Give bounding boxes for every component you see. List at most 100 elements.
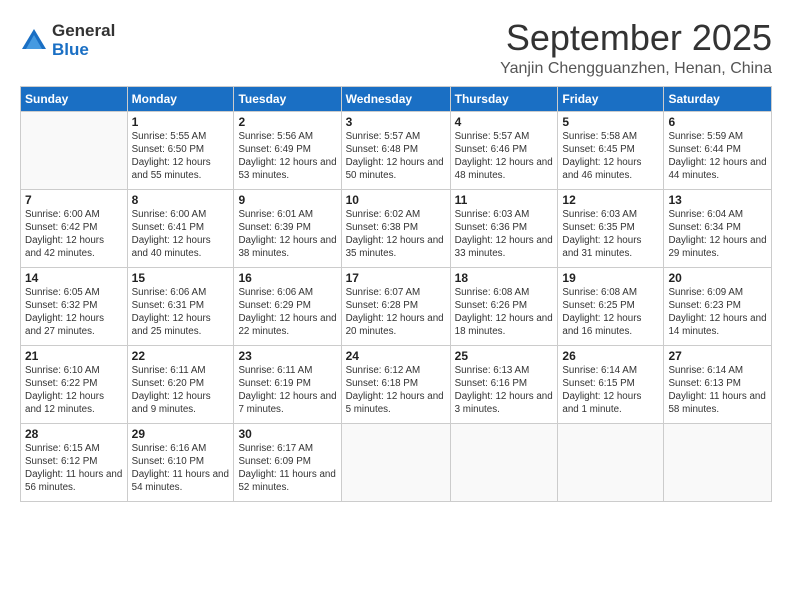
day-number: 10	[346, 193, 446, 207]
calendar-cell: 1Sunrise: 5:55 AMSunset: 6:50 PMDaylight…	[127, 111, 234, 189]
day-number: 24	[346, 349, 446, 363]
calendar-cell: 26Sunrise: 6:14 AMSunset: 6:15 PMDayligh…	[558, 345, 664, 423]
header: General Blue September 2025 Yanjin Cheng…	[20, 18, 772, 78]
day-number: 3	[346, 115, 446, 129]
col-thursday: Thursday	[450, 86, 558, 111]
day-number: 20	[668, 271, 767, 285]
day-info: Sunrise: 5:58 AMSunset: 6:45 PMDaylight:…	[562, 130, 659, 183]
location-title: Yanjin Chengguanzhen, Henan, China	[500, 60, 772, 78]
calendar-week-1: 1Sunrise: 5:55 AMSunset: 6:50 PMDaylight…	[21, 111, 772, 189]
calendar-week-5: 28Sunrise: 6:15 AMSunset: 6:12 PMDayligh…	[21, 423, 772, 501]
day-number: 25	[455, 349, 554, 363]
day-info: Sunrise: 6:09 AMSunset: 6:23 PMDaylight:…	[668, 286, 767, 339]
day-number: 23	[238, 349, 336, 363]
day-number: 11	[455, 193, 554, 207]
logo-icon	[20, 27, 48, 55]
day-info: Sunrise: 6:05 AMSunset: 6:32 PMDaylight:…	[25, 286, 123, 339]
day-info: Sunrise: 6:02 AMSunset: 6:38 PMDaylight:…	[346, 208, 446, 261]
calendar-cell: 10Sunrise: 6:02 AMSunset: 6:38 PMDayligh…	[341, 189, 450, 267]
day-number: 28	[25, 427, 123, 441]
day-number: 7	[25, 193, 123, 207]
col-monday: Monday	[127, 86, 234, 111]
day-number: 14	[25, 271, 123, 285]
day-number: 2	[238, 115, 336, 129]
day-info: Sunrise: 6:08 AMSunset: 6:26 PMDaylight:…	[455, 286, 554, 339]
day-number: 27	[668, 349, 767, 363]
day-info: Sunrise: 6:15 AMSunset: 6:12 PMDaylight:…	[25, 442, 123, 495]
day-number: 16	[238, 271, 336, 285]
calendar-cell: 30Sunrise: 6:17 AMSunset: 6:09 PMDayligh…	[234, 423, 341, 501]
day-info: Sunrise: 6:16 AMSunset: 6:10 PMDaylight:…	[132, 442, 230, 495]
day-number: 30	[238, 427, 336, 441]
day-info: Sunrise: 5:57 AMSunset: 6:48 PMDaylight:…	[346, 130, 446, 183]
day-number: 13	[668, 193, 767, 207]
calendar-cell: 20Sunrise: 6:09 AMSunset: 6:23 PMDayligh…	[664, 267, 772, 345]
day-info: Sunrise: 6:06 AMSunset: 6:29 PMDaylight:…	[238, 286, 336, 339]
calendar-cell: 28Sunrise: 6:15 AMSunset: 6:12 PMDayligh…	[21, 423, 128, 501]
logo-general: General	[52, 22, 115, 41]
calendar-cell: 5Sunrise: 5:58 AMSunset: 6:45 PMDaylight…	[558, 111, 664, 189]
calendar-cell: 8Sunrise: 6:00 AMSunset: 6:41 PMDaylight…	[127, 189, 234, 267]
calendar-cell: 11Sunrise: 6:03 AMSunset: 6:36 PMDayligh…	[450, 189, 558, 267]
calendar-cell: 15Sunrise: 6:06 AMSunset: 6:31 PMDayligh…	[127, 267, 234, 345]
month-title: September 2025	[500, 18, 772, 58]
calendar-cell: 22Sunrise: 6:11 AMSunset: 6:20 PMDayligh…	[127, 345, 234, 423]
calendar-cell	[450, 423, 558, 501]
day-info: Sunrise: 6:10 AMSunset: 6:22 PMDaylight:…	[25, 364, 123, 417]
calendar-week-2: 7Sunrise: 6:00 AMSunset: 6:42 PMDaylight…	[21, 189, 772, 267]
calendar-cell: 9Sunrise: 6:01 AMSunset: 6:39 PMDaylight…	[234, 189, 341, 267]
day-info: Sunrise: 6:11 AMSunset: 6:20 PMDaylight:…	[132, 364, 230, 417]
day-number: 4	[455, 115, 554, 129]
day-info: Sunrise: 5:57 AMSunset: 6:46 PMDaylight:…	[455, 130, 554, 183]
col-friday: Friday	[558, 86, 664, 111]
day-info: Sunrise: 5:55 AMSunset: 6:50 PMDaylight:…	[132, 130, 230, 183]
title-block: September 2025 Yanjin Chengguanzhen, Hen…	[500, 18, 772, 78]
calendar-cell: 12Sunrise: 6:03 AMSunset: 6:35 PMDayligh…	[558, 189, 664, 267]
day-info: Sunrise: 6:06 AMSunset: 6:31 PMDaylight:…	[132, 286, 230, 339]
day-info: Sunrise: 6:04 AMSunset: 6:34 PMDaylight:…	[668, 208, 767, 261]
calendar-cell	[664, 423, 772, 501]
day-info: Sunrise: 6:08 AMSunset: 6:25 PMDaylight:…	[562, 286, 659, 339]
calendar-cell: 27Sunrise: 6:14 AMSunset: 6:13 PMDayligh…	[664, 345, 772, 423]
calendar-cell: 2Sunrise: 5:56 AMSunset: 6:49 PMDaylight…	[234, 111, 341, 189]
day-info: Sunrise: 6:03 AMSunset: 6:35 PMDaylight:…	[562, 208, 659, 261]
calendar-cell: 17Sunrise: 6:07 AMSunset: 6:28 PMDayligh…	[341, 267, 450, 345]
day-number: 15	[132, 271, 230, 285]
day-info: Sunrise: 6:14 AMSunset: 6:15 PMDaylight:…	[562, 364, 659, 417]
col-saturday: Saturday	[664, 86, 772, 111]
calendar-cell: 4Sunrise: 5:57 AMSunset: 6:46 PMDaylight…	[450, 111, 558, 189]
day-number: 18	[455, 271, 554, 285]
day-number: 21	[25, 349, 123, 363]
calendar-cell: 23Sunrise: 6:11 AMSunset: 6:19 PMDayligh…	[234, 345, 341, 423]
day-number: 6	[668, 115, 767, 129]
day-info: Sunrise: 6:14 AMSunset: 6:13 PMDaylight:…	[668, 364, 767, 417]
calendar-week-4: 21Sunrise: 6:10 AMSunset: 6:22 PMDayligh…	[21, 345, 772, 423]
day-number: 26	[562, 349, 659, 363]
calendar-cell: 3Sunrise: 5:57 AMSunset: 6:48 PMDaylight…	[341, 111, 450, 189]
day-info: Sunrise: 6:01 AMSunset: 6:39 PMDaylight:…	[238, 208, 336, 261]
day-number: 8	[132, 193, 230, 207]
day-info: Sunrise: 6:17 AMSunset: 6:09 PMDaylight:…	[238, 442, 336, 495]
col-tuesday: Tuesday	[234, 86, 341, 111]
calendar-cell: 25Sunrise: 6:13 AMSunset: 6:16 PMDayligh…	[450, 345, 558, 423]
day-number: 1	[132, 115, 230, 129]
day-number: 29	[132, 427, 230, 441]
logo-text: General Blue	[52, 22, 115, 59]
calendar-table: Sunday Monday Tuesday Wednesday Thursday…	[20, 86, 772, 502]
day-info: Sunrise: 6:03 AMSunset: 6:36 PMDaylight:…	[455, 208, 554, 261]
day-number: 5	[562, 115, 659, 129]
day-number: 19	[562, 271, 659, 285]
logo: General Blue	[20, 22, 115, 59]
day-info: Sunrise: 6:11 AMSunset: 6:19 PMDaylight:…	[238, 364, 336, 417]
calendar-cell	[558, 423, 664, 501]
day-number: 9	[238, 193, 336, 207]
day-info: Sunrise: 6:00 AMSunset: 6:42 PMDaylight:…	[25, 208, 123, 261]
calendar-cell: 16Sunrise: 6:06 AMSunset: 6:29 PMDayligh…	[234, 267, 341, 345]
day-info: Sunrise: 6:00 AMSunset: 6:41 PMDaylight:…	[132, 208, 230, 261]
calendar-header-row: Sunday Monday Tuesday Wednesday Thursday…	[21, 86, 772, 111]
calendar-cell: 21Sunrise: 6:10 AMSunset: 6:22 PMDayligh…	[21, 345, 128, 423]
calendar-cell	[21, 111, 128, 189]
day-info: Sunrise: 6:12 AMSunset: 6:18 PMDaylight:…	[346, 364, 446, 417]
calendar-cell: 18Sunrise: 6:08 AMSunset: 6:26 PMDayligh…	[450, 267, 558, 345]
calendar-cell: 19Sunrise: 6:08 AMSunset: 6:25 PMDayligh…	[558, 267, 664, 345]
